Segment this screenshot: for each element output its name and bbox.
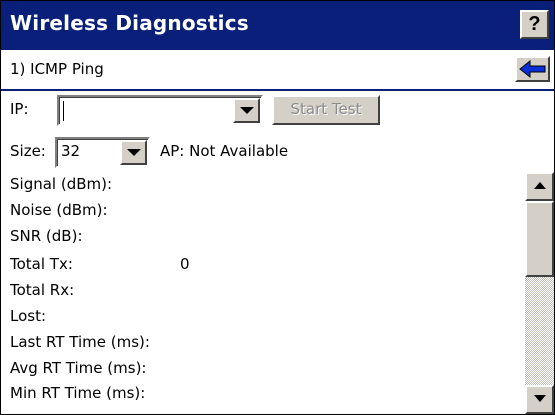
stat-label-total-tx: Total Tx: — [10, 255, 73, 273]
help-button[interactable]: ? — [520, 10, 549, 39]
left-arrow-icon — [519, 59, 546, 79]
triangle-down-icon — [534, 395, 546, 402]
size-combobox[interactable]: 32 — [55, 137, 150, 168]
ip-label: IP: — [10, 100, 29, 118]
stat-label-avg-rt: Avg RT Time (ms): — [10, 359, 147, 377]
stat-label-noise: Noise (dBm): — [10, 201, 108, 219]
vertical-scrollbar[interactable] — [525, 172, 554, 414]
scroll-up-button[interactable] — [525, 172, 554, 201]
size-dropdown-button[interactable] — [120, 140, 147, 165]
title-bar: Wireless Diagnostics ? — [1, 1, 554, 50]
section-header: 1) ICMP Ping — [1, 51, 554, 91]
section-label: 1) ICMP Ping — [10, 60, 104, 78]
stat-label-lost: Lost: — [10, 307, 47, 325]
scroll-down-button[interactable] — [525, 385, 554, 414]
text-caret — [63, 101, 64, 121]
window-title: Wireless Diagnostics — [10, 11, 249, 35]
ip-combobox[interactable] — [57, 95, 263, 126]
device-screen: Wireless Diagnostics ? 1) ICMP Ping IP: … — [1, 1, 554, 414]
size-value: 32 — [61, 142, 81, 160]
stat-value-total-tx: 0 — [180, 255, 190, 273]
stat-label-signal: Signal (dBm): — [10, 175, 113, 193]
triangle-down-icon — [127, 149, 141, 156]
stat-label-min-rt: Min RT Time (ms): — [10, 384, 146, 402]
ap-status: AP: Not Available — [160, 142, 289, 160]
stat-label-total-rx: Total Rx: — [10, 281, 75, 299]
ip-dropdown-button[interactable] — [233, 98, 260, 123]
scrollbar-thumb[interactable] — [525, 201, 554, 277]
triangle-down-icon — [240, 107, 254, 114]
triangle-up-icon — [534, 182, 546, 189]
size-label: Size: — [10, 142, 46, 160]
stat-label-snr: SNR (dB): — [10, 227, 83, 245]
stat-label-last-rt: Last RT Time (ms): — [10, 333, 150, 351]
back-button[interactable] — [515, 56, 550, 82]
start-test-button[interactable]: Start Test — [272, 95, 380, 125]
